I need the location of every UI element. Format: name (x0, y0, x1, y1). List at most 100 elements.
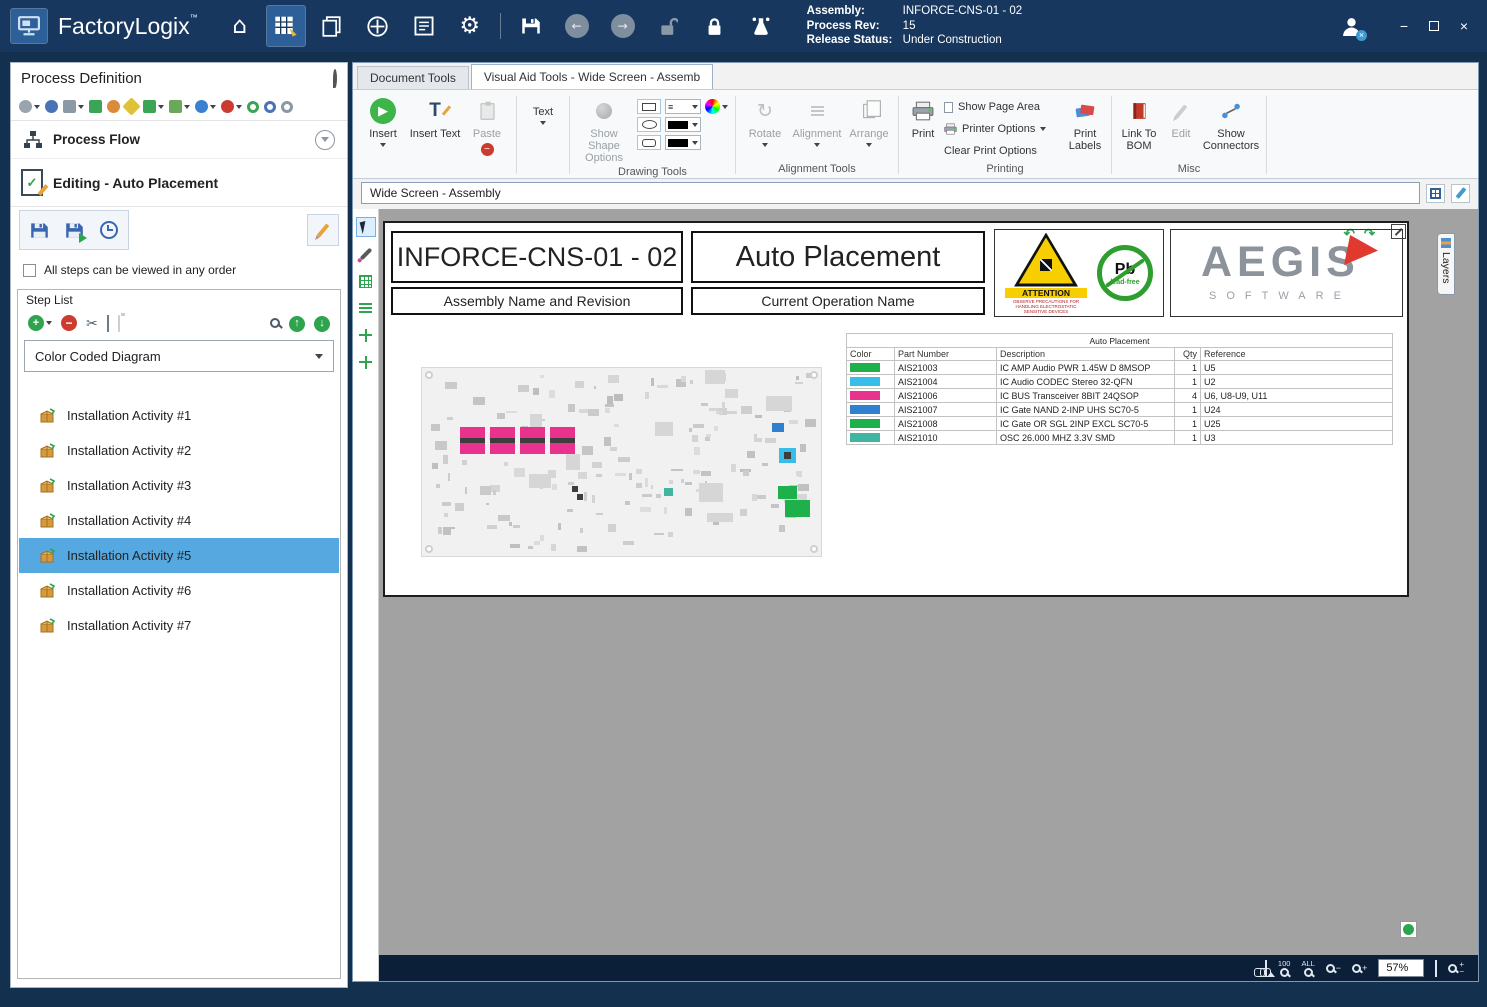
paste-step-button[interactable] (118, 316, 120, 331)
ellipse-tool-button[interactable] (637, 117, 661, 132)
insert-text-button[interactable]: T Insert Text (409, 92, 461, 140)
back-button[interactable]: ← (557, 5, 597, 47)
show-page-area-button[interactable]: Show Page Area (944, 97, 1062, 117)
home-button[interactable]: ⌂ (220, 5, 260, 47)
visual-aid-page[interactable]: ↶ ↷ INFORCE-CNS-01 - 02 Assembly Name an… (383, 221, 1409, 597)
assembly-caption-box[interactable]: Assembly Name and Revision (391, 287, 683, 315)
test-plan-button[interactable] (741, 5, 781, 47)
documents-button[interactable] (312, 5, 352, 47)
line-style-picker[interactable]: ≡ (665, 99, 701, 114)
move-step-down-button[interactable]: ↓ (314, 314, 330, 332)
remove-step-button[interactable]: − (61, 315, 77, 331)
snap-grid-button[interactable] (356, 271, 376, 291)
zoom-in-button[interactable]: + (1352, 963, 1367, 973)
step-list-item-selected[interactable]: Installation Activity #5 (19, 538, 339, 573)
select-tool-button[interactable] (356, 217, 376, 237)
aegis-logo-box[interactable]: AEGIS SOFTWARE (1170, 229, 1403, 317)
find-step-button[interactable] (270, 316, 280, 331)
insert-button[interactable]: ▶ Insert (357, 92, 409, 147)
assign-user-button[interactable] (107, 100, 120, 113)
zoom-out-button[interactable]: − (1326, 963, 1341, 973)
edit-visual-aid-button[interactable] (307, 214, 339, 246)
process-flow-row[interactable]: Process Flow (11, 121, 347, 159)
move-items-button[interactable] (356, 352, 376, 372)
step-view-selector[interactable]: Color Coded Diagram (24, 340, 334, 372)
paste-button[interactable]: Paste − (461, 92, 513, 156)
save-button[interactable] (511, 5, 551, 47)
edit-document-button[interactable] (1451, 184, 1470, 203)
user-button[interactable]: × (1331, 5, 1371, 47)
eyedropper-tool-button[interactable] (356, 244, 376, 264)
news-button[interactable] (404, 5, 444, 47)
publish-button[interactable] (45, 100, 58, 113)
edit-button[interactable]: Edit (1163, 92, 1199, 140)
print-labels-button[interactable]: Print Labels (1062, 92, 1108, 152)
step-list-item[interactable]: Installation Activity #7 (19, 608, 339, 643)
move-step-up-button[interactable]: ↑ (289, 314, 305, 332)
align-guides-button[interactable] (356, 298, 376, 318)
add-step-button[interactable]: + (28, 315, 52, 331)
settings-button[interactable]: ⚙ (450, 5, 490, 47)
start-button[interactable] (264, 101, 276, 113)
web-publish-button[interactable] (195, 100, 216, 113)
step-list-item[interactable]: Installation Activity #3 (19, 468, 339, 503)
operation-caption-box[interactable]: Current Operation Name (691, 287, 985, 315)
link-to-bom-button[interactable]: Link To BOM (1115, 92, 1163, 152)
alignment-button[interactable]: Alignment (791, 92, 843, 147)
step-list-item[interactable]: Installation Activity #2 (19, 433, 339, 468)
pcb-diagram[interactable] (421, 367, 822, 557)
status-button[interactable] (281, 101, 293, 113)
printer-options-button[interactable]: Printer Options (944, 119, 1062, 139)
pin-panel-button[interactable] (333, 71, 337, 86)
print-flow-button[interactable] (63, 100, 84, 113)
fill-color-picker[interactable] (665, 117, 701, 132)
add-branch-button[interactable] (143, 100, 164, 113)
operation-title-box[interactable]: Auto Placement (691, 231, 985, 283)
layers-panel-tab[interactable]: Layers (1437, 233, 1455, 295)
fit-page-button[interactable] (1435, 961, 1437, 976)
close-button[interactable]: × (1451, 13, 1477, 39)
zoom-stepper[interactable]: +− (1448, 961, 1464, 975)
arrange-button[interactable]: Arrange (843, 92, 895, 147)
unlock-button[interactable] (649, 5, 689, 47)
canvas[interactable]: ↶ ↷ INFORCE-CNS-01 - 02 Assembly Name an… (379, 209, 1478, 981)
tab-visual-aid-tools[interactable]: Visual Aid Tools - Wide Screen - Assemb (471, 64, 713, 89)
pan-tool-button[interactable] (356, 325, 376, 345)
forward-button[interactable]: → (603, 5, 643, 47)
rounded-rectangle-tool-button[interactable] (637, 135, 661, 150)
delete-shape-button[interactable]: − (481, 143, 494, 156)
copy-step-button[interactable] (107, 316, 109, 331)
scroll-nudge-button[interactable] (1400, 921, 1417, 938)
esd-warning-box[interactable]: ATTENTION OBSERVE PRECAUTIONS FOR HANDLI… (994, 229, 1164, 317)
zoom-all-button[interactable]: ALL (1301, 960, 1314, 977)
preview-image-button[interactable] (1265, 961, 1267, 976)
process-definition-button[interactable] (266, 5, 306, 47)
options-button[interactable] (19, 100, 40, 113)
record-button[interactable] (221, 100, 242, 113)
zoom-100-button[interactable]: 100 (1278, 960, 1291, 977)
milestone-button[interactable] (125, 100, 138, 113)
step-list-item[interactable]: Installation Activity #6 (19, 573, 339, 608)
collapse-process-flow-button[interactable] (315, 130, 335, 150)
zoom-level-input[interactable] (1378, 959, 1424, 977)
text-button[interactable]: Text (520, 92, 566, 125)
print-button[interactable]: Print (902, 92, 944, 140)
save-step-button[interactable] (23, 214, 55, 246)
show-connectors-button[interactable]: Show Connectors (1199, 92, 1263, 152)
navigator-button[interactable] (358, 5, 398, 47)
rectangle-tool-button[interactable] (637, 99, 661, 114)
tab-document-tools[interactable]: Document Tools (357, 66, 469, 89)
show-shape-options-button[interactable]: Show Shape Options (573, 92, 635, 164)
lock-button[interactable] (695, 5, 735, 47)
step-list-item[interactable]: Installation Activity #1 (19, 398, 339, 433)
history-button[interactable] (93, 214, 125, 246)
validate-button[interactable] (247, 101, 259, 113)
line-color-picker[interactable] (665, 135, 701, 150)
routing-button[interactable] (89, 100, 102, 113)
view-any-order-checkbox[interactable] (23, 264, 36, 277)
minimize-button[interactable]: − (1391, 13, 1417, 39)
rotate-button[interactable]: ↻ Rotate (739, 92, 791, 147)
document-name-input[interactable] (361, 182, 1420, 204)
step-list-item[interactable]: Installation Activity #4 (19, 503, 339, 538)
import-step-button[interactable] (58, 214, 90, 246)
